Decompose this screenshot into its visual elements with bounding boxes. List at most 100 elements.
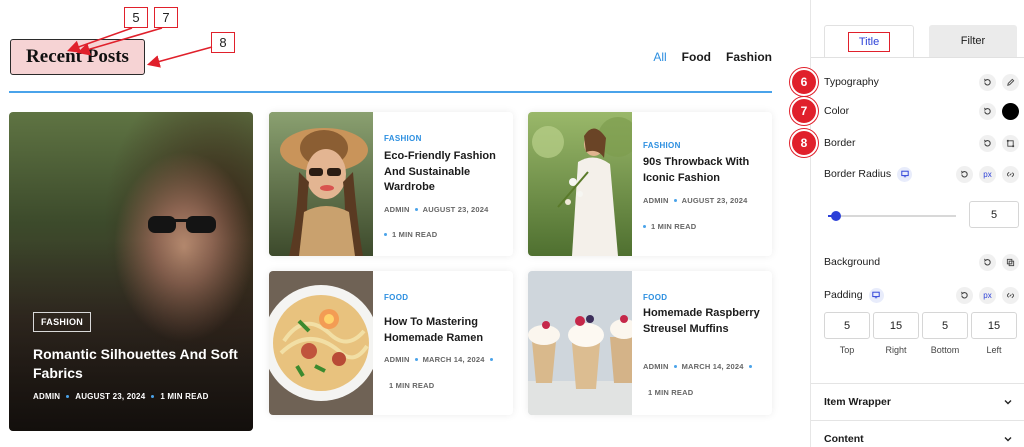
- reset-icon[interactable]: [979, 73, 996, 91]
- border-radius-input[interactable]: 5: [969, 201, 1019, 228]
- post-date: AUGUST 23, 2024: [681, 196, 748, 205]
- section-item-wrapper-label: Item Wrapper: [824, 396, 891, 408]
- post-meta: ADMIN AUGUST 23, 2024: [643, 196, 748, 205]
- link-icon[interactable]: [1002, 286, 1019, 304]
- unit-selector[interactable]: px: [979, 165, 996, 183]
- padding-right-label: Right: [885, 345, 907, 355]
- hero-author[interactable]: ADMIN: [33, 392, 60, 401]
- padding-top-input[interactable]: 5: [824, 312, 870, 339]
- style-tabs: Title Filter: [824, 25, 1017, 57]
- post-meta: ADMIN MARCH 14, 2024: [643, 362, 752, 371]
- post-category[interactable]: FOOD: [643, 293, 667, 302]
- hero-post[interactable]: FASHION Romantic Silhouettes And Soft Fa…: [9, 112, 253, 431]
- post-author[interactable]: ADMIN: [643, 196, 669, 205]
- border-radius-slider[interactable]: [824, 206, 956, 226]
- post-thumbnail[interactable]: [528, 271, 632, 415]
- post-author[interactable]: ADMIN: [384, 205, 410, 214]
- post-read-label: 1 MIN READ: [648, 388, 694, 397]
- post-date: MARCH 14, 2024: [422, 355, 485, 364]
- edit-pencil-icon[interactable]: [1002, 73, 1019, 91]
- post-card[interactable]: FASHION Eco-Friendly Fashion And Sustain…: [269, 112, 513, 256]
- border-control: Border: [824, 133, 1019, 153]
- hero-meta: ADMIN AUGUST 23, 2024 1 MIN READ: [33, 392, 209, 401]
- padding-bottom-label: Bottom: [930, 345, 960, 355]
- meta-dot-icon: [414, 208, 418, 211]
- callout-8: 8: [211, 32, 235, 53]
- post-thumbnail[interactable]: [528, 112, 632, 256]
- chevron-down-icon: [1004, 400, 1012, 405]
- tab-title-label: Title: [847, 31, 891, 52]
- meta-dot-icon: [489, 358, 493, 361]
- step-badge-8: 8: [790, 129, 818, 157]
- post-card[interactable]: FOOD Homemade Raspberry Streusel Muffins…: [528, 271, 772, 415]
- callout-7: 7: [154, 7, 178, 28]
- typography-label: Typography: [824, 76, 879, 88]
- post-read-time: 1 MIN READ: [648, 388, 693, 397]
- color-swatch[interactable]: [1002, 102, 1019, 120]
- post-read-label: 1 MIN READ: [392, 230, 438, 239]
- background-edit-icon[interactable]: [1002, 253, 1019, 271]
- padding-top-label: Top: [839, 345, 855, 355]
- border-edit-icon[interactable]: [1002, 134, 1019, 152]
- post-card[interactable]: FASHION 90s Throwback With Iconic Fashio…: [528, 112, 772, 256]
- post-meta: ADMIN AUGUST 23, 2024: [384, 205, 489, 214]
- posts-preview: Recent Posts 5 7 8 All Food Fashion FASH…: [0, 0, 810, 447]
- section-item-wrapper[interactable]: Item Wrapper: [811, 383, 1024, 420]
- unit-selector[interactable]: px: [979, 286, 996, 304]
- color-label: Color: [824, 105, 850, 117]
- hero-date: AUGUST 23, 2024: [75, 392, 146, 401]
- padding-label: Padding: [824, 289, 863, 301]
- meta-dot-icon: [643, 225, 646, 228]
- post-category[interactable]: FASHION: [643, 141, 681, 150]
- post-title[interactable]: How To Mastering Homemade Ramen: [384, 315, 502, 346]
- post-thumbnail[interactable]: [269, 271, 373, 415]
- post-title[interactable]: Homemade Raspberry Streusel Muffins: [643, 306, 761, 337]
- reset-icon[interactable]: [956, 286, 973, 304]
- reset-icon[interactable]: [956, 165, 973, 183]
- background-control: Background: [824, 252, 1019, 272]
- background-label: Background: [824, 256, 881, 268]
- hero-title[interactable]: Romantic Silhouettes And Soft Fabrics: [33, 345, 238, 383]
- border-radius-label: Border Radius: [824, 168, 892, 180]
- step-badge-7: 7: [790, 97, 818, 125]
- tab-filter[interactable]: Filter: [929, 25, 1017, 57]
- title-underline: [9, 91, 772, 93]
- desktop-icon[interactable]: [868, 287, 884, 303]
- post-card[interactable]: FOOD How To Mastering Homemade Ramen ADM…: [269, 271, 513, 415]
- desktop-icon[interactable]: [897, 166, 913, 182]
- callout-5: 5: [124, 7, 148, 28]
- filter-all[interactable]: All: [653, 50, 666, 64]
- post-category[interactable]: FASHION: [384, 134, 422, 143]
- border-radius-control: Border Radius px: [824, 164, 1019, 184]
- reset-icon[interactable]: [979, 253, 996, 271]
- meta-dot-icon: [673, 365, 677, 368]
- section-content[interactable]: Content: [811, 420, 1024, 447]
- hero-category-badge[interactable]: FASHION: [33, 312, 92, 332]
- recent-posts-title[interactable]: Recent Posts: [10, 39, 145, 75]
- tab-title[interactable]: Title: [824, 25, 914, 57]
- post-thumbnail[interactable]: [269, 112, 373, 256]
- meta-dot-icon: [384, 233, 387, 236]
- meta-dot-icon: [151, 395, 155, 398]
- post-date: MARCH 14, 2024: [681, 362, 744, 371]
- reset-icon[interactable]: [979, 134, 996, 152]
- padding-left-input[interactable]: 15: [971, 312, 1017, 339]
- filter-food[interactable]: Food: [682, 50, 711, 64]
- meta-dot-icon: [66, 395, 70, 398]
- filter-fashion[interactable]: Fashion: [726, 50, 772, 64]
- reset-icon[interactable]: [979, 102, 996, 120]
- post-read-time: 1 MIN READ: [384, 230, 437, 239]
- post-author[interactable]: ADMIN: [643, 362, 669, 371]
- post-category[interactable]: FOOD: [384, 293, 408, 302]
- step-badge-6: 6: [790, 68, 818, 96]
- post-read-label: 1 MIN READ: [651, 222, 697, 231]
- padding-right-input[interactable]: 15: [873, 312, 919, 339]
- post-title[interactable]: 90s Throwback With Iconic Fashion: [643, 155, 761, 186]
- post-author[interactable]: ADMIN: [384, 355, 410, 364]
- slider-handle[interactable]: [831, 211, 842, 221]
- padding-left-label: Left: [986, 345, 1002, 355]
- tabs-divider: [811, 57, 1024, 58]
- link-icon[interactable]: [1002, 165, 1019, 183]
- padding-bottom-input[interactable]: 5: [922, 312, 968, 339]
- post-title[interactable]: Eco-Friendly Fashion And Sustainable War…: [384, 149, 502, 196]
